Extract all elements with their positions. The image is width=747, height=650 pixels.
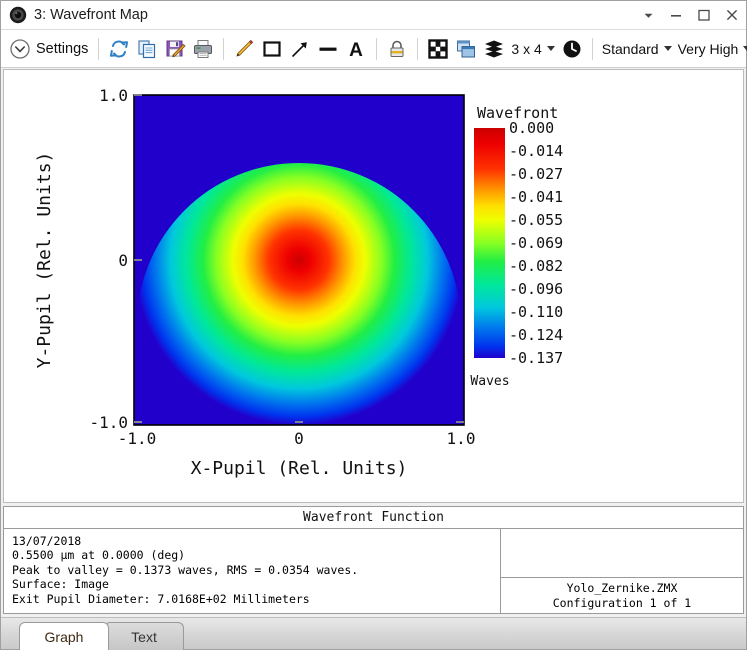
x-tick-labels: -1.0 0 1.0	[118, 429, 476, 448]
settings-button[interactable]: Settings	[7, 34, 92, 64]
toolbar: Settings	[1, 30, 746, 68]
grid-icon[interactable]	[424, 34, 452, 64]
title-bar: 3: Wavefront Map	[1, 1, 746, 30]
save-icon[interactable]	[161, 34, 189, 64]
lock-icon[interactable]	[383, 34, 411, 64]
pencil-annotate-icon[interactable]	[230, 34, 258, 64]
arrow-icon[interactable]	[286, 34, 314, 64]
panel-header: Wavefront Function	[4, 507, 743, 529]
window-controls	[634, 1, 746, 29]
chevron-down-icon	[743, 46, 747, 51]
x-tick-label: 0	[294, 429, 304, 448]
text-icon[interactable]: A	[342, 34, 370, 64]
print-icon[interactable]	[189, 34, 217, 64]
close-icon[interactable]	[718, 1, 746, 29]
chevron-down-icon	[547, 46, 555, 51]
colorbar-tick-label: 0.000	[509, 119, 554, 137]
chevron-down-icon[interactable]	[634, 1, 662, 29]
colorbar-tick-labels: 0.000 -0.014 -0.027 -0.041 -0.055 -0.069 -0.08…	[509, 119, 563, 367]
colorbar-tick-label: -0.137	[509, 349, 563, 367]
tab-label: Text	[131, 629, 157, 645]
chevron-down-circle-icon	[9, 38, 31, 60]
graph-canvas[interactable]: 1.0 0 -1.0 -1.0 0 1.0 X-Pupil (Rel. Unit…	[3, 69, 744, 503]
colorbar-tick-label: -0.069	[509, 234, 563, 252]
x-axis-label: X-Pupil (Rel. Units)	[191, 458, 408, 479]
toolbar-separator	[98, 38, 99, 60]
toolbar-separator	[376, 38, 377, 60]
refresh-icon[interactable]	[105, 34, 133, 64]
svg-text:A: A	[350, 40, 364, 60]
style-dropdown[interactable]: Standard	[599, 34, 675, 64]
colorbar-unit-label: Waves	[470, 374, 509, 389]
toolbar-separator	[417, 38, 418, 60]
quality-dropdown[interactable]: Very High	[675, 34, 747, 64]
minimize-icon[interactable]	[662, 1, 690, 29]
tab-label: Graph	[45, 629, 84, 645]
wavefront-function-panel: Wavefront Function 13/07/2018 0.5500 µm …	[3, 506, 744, 614]
tab-graph[interactable]: Graph	[19, 622, 109, 650]
file-name: Yolo_Zernike.ZMX	[501, 581, 743, 595]
colorbar-tick-label: -0.055	[509, 211, 563, 229]
wavefront-app-icon	[9, 6, 27, 24]
window-icon[interactable]	[452, 34, 480, 64]
wavefront-map-plot: 1.0 0 -1.0 -1.0 0 1.0 X-Pupil (Rel. Unit…	[4, 70, 743, 502]
report-line: 0.5500 µm at 0.0000 (deg)	[12, 548, 500, 562]
window-title: 3: Wavefront Map	[34, 7, 148, 23]
toolbar-separator	[592, 38, 593, 60]
panel-body: 13/07/2018 0.5500 µm at 0.0000 (deg) Pea…	[4, 529, 743, 614]
layers-icon[interactable]	[480, 34, 508, 64]
colorbar-tick-label: -0.027	[509, 165, 563, 183]
x-tick-label: 1.0	[447, 429, 476, 448]
colorbar-tick-label: -0.096	[509, 280, 563, 298]
style-label: Standard	[602, 41, 659, 57]
copy-icon[interactable]	[133, 34, 161, 64]
colorbar-tick-label: -0.082	[509, 257, 563, 275]
report-line: Exit Pupil Diameter: 7.0168E+02 Millimet…	[12, 592, 500, 606]
rectangle-icon[interactable]	[258, 34, 286, 64]
y-tick-labels: 1.0 0 -1.0	[89, 86, 128, 432]
line-icon[interactable]	[314, 34, 342, 64]
maximize-icon[interactable]	[690, 1, 718, 29]
grid-size-label: 3 x 4	[511, 41, 541, 57]
colorbar-tick-label: -0.124	[509, 326, 563, 344]
colorbar-tick-label: -0.110	[509, 303, 563, 321]
configuration-label: Configuration 1 of 1	[501, 596, 743, 610]
colorbar-tick-label: -0.041	[509, 188, 563, 206]
x-tick-label: -1.0	[118, 429, 157, 448]
tab-text[interactable]: Text	[104, 622, 184, 650]
wavefront-map-window: 3: Wavefront Map Setti	[0, 0, 747, 650]
clock-icon[interactable]	[558, 34, 586, 64]
colorbar-gradient	[474, 128, 505, 358]
y-axis-label: Y-Pupil (Rel. Units)	[34, 152, 55, 369]
chevron-down-icon	[664, 46, 672, 51]
settings-label: Settings	[36, 41, 88, 57]
tab-strip: Graph Text	[1, 617, 746, 649]
panel-file-info: Yolo_Zernike.ZMX Configuration 1 of 1	[501, 529, 743, 614]
grid-size-dropdown[interactable]: 3 x 4	[508, 34, 557, 64]
panel-report-text: 13/07/2018 0.5500 µm at 0.0000 (deg) Pea…	[4, 529, 501, 614]
report-line: 13/07/2018	[12, 534, 500, 548]
y-tick-label: 0	[118, 251, 128, 270]
report-line: Surface: Image	[12, 577, 500, 591]
toolbar-separator	[223, 38, 224, 60]
quality-label: Very High	[678, 41, 739, 57]
colorbar-tick-label: -0.014	[509, 142, 563, 160]
report-line: Peak to valley = 0.1373 waves, RMS = 0.0…	[12, 563, 500, 577]
y-tick-label: 1.0	[99, 86, 128, 105]
